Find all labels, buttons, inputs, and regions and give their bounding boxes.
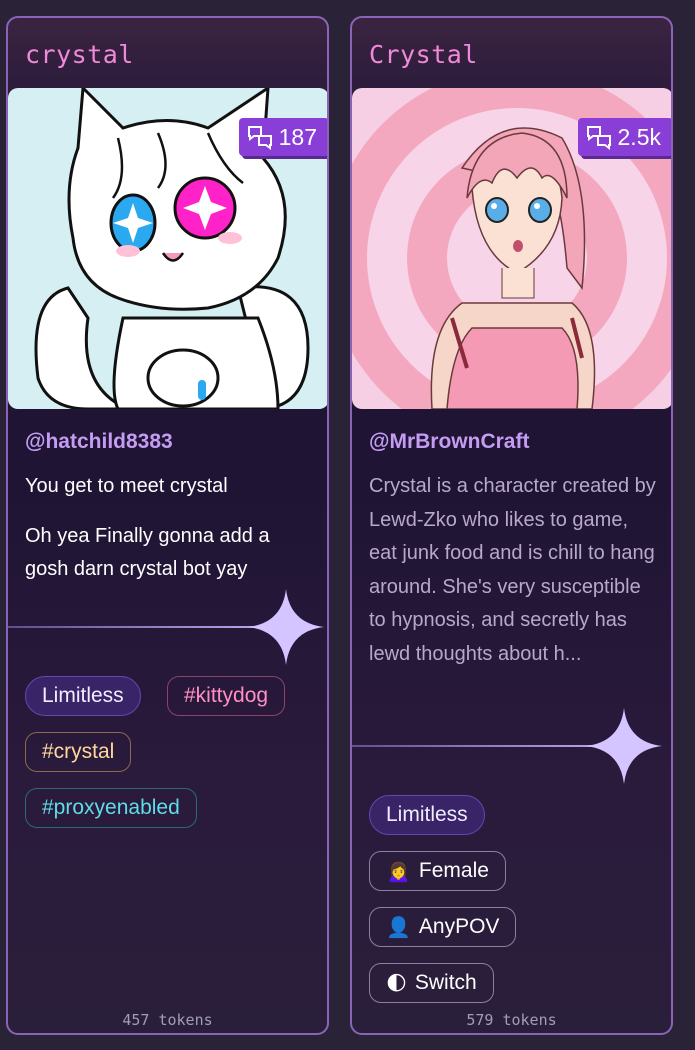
tag-female[interactable]: 🙍‍♀️ Female (369, 851, 506, 891)
message-count-badge: 2.5k (577, 118, 671, 156)
sparkle-icon (248, 589, 324, 665)
character-card-crystal[interactable]: crystal 187 @hatchild8383 You get to mee… (6, 16, 329, 1035)
message-count: 2.5k (617, 123, 661, 150)
card-description: You get to meet crystal Oh yea Finally g… (25, 470, 315, 587)
tag-label: Limitless (42, 684, 124, 707)
description-line: You get to meet crystal (25, 475, 228, 497)
person-icon: 👤 (386, 916, 411, 939)
sparkle-icon (586, 708, 662, 784)
author-link[interactable]: @MrBrownCraft (369, 430, 529, 454)
tag-label: Switch (414, 971, 477, 994)
token-count: 579 tokens (466, 1011, 557, 1029)
half-moon-icon: 🌓 (386, 972, 407, 995)
tag-kittydog[interactable]: #kittydog (167, 676, 286, 716)
tag-anypov[interactable]: 👤 AnyPOV (369, 907, 517, 947)
chat-bubbles-icon (247, 126, 272, 150)
tag-limitless[interactable]: Limitless (25, 676, 141, 716)
tag-label: #kittydog (184, 684, 269, 707)
tag-crystal[interactable]: #crystal (25, 732, 132, 772)
character-card-crystal-2[interactable]: Crystal 2.5k @MrBrownCraft Crystal is a … (350, 16, 673, 1035)
card-title: crystal (25, 40, 134, 69)
tag-proxyenabled[interactable]: #proxyenabled (25, 788, 197, 828)
chat-bubbles-icon (586, 126, 611, 150)
message-count-badge: 187 (238, 118, 327, 156)
card-title: Crystal (369, 40, 478, 69)
tag-label: #proxyenabled (42, 796, 180, 819)
tag-limitless[interactable]: Limitless (369, 795, 485, 835)
tag-label: AnyPOV (418, 915, 500, 938)
card-description: Crystal is a character created by Lewd-Z… (369, 470, 659, 671)
tag-switch[interactable]: 🌓 Switch (369, 963, 494, 1003)
message-count: 187 (278, 123, 317, 150)
tag-label: Limitless (386, 803, 468, 826)
female-icon: 🙍‍♀️ (386, 860, 411, 883)
token-count: 457 tokens (122, 1011, 213, 1029)
description-line: Oh yea Finally gonna add a gosh darn cry… (25, 524, 270, 581)
description-text: Crystal is a character created by Lewd-Z… (369, 475, 656, 665)
tag-label: #crystal (42, 740, 115, 763)
tag-label: Female (418, 859, 489, 882)
author-link[interactable]: @hatchild8383 (25, 430, 173, 454)
